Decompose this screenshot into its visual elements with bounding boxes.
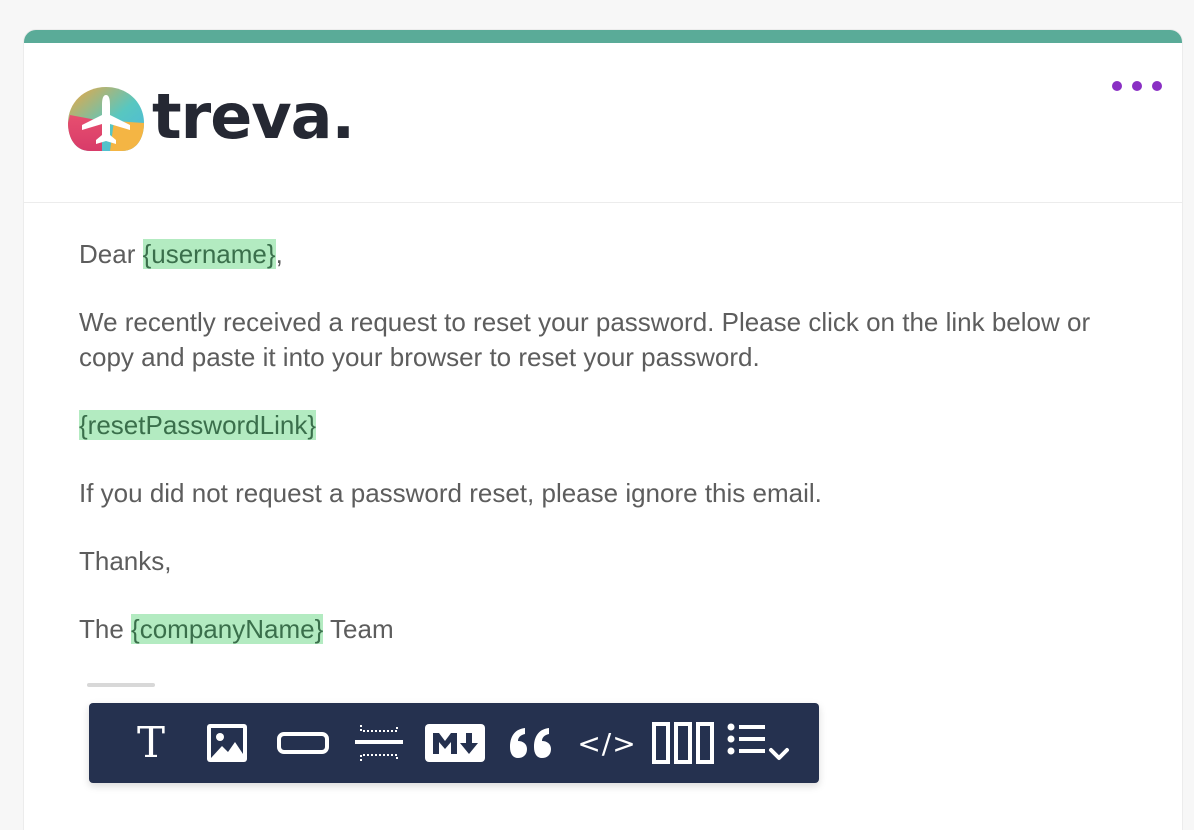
greeting-prefix: Dear bbox=[79, 239, 143, 269]
more-dot-icon bbox=[1112, 81, 1122, 91]
brand-name: treva. bbox=[152, 80, 355, 153]
button-block-button[interactable] bbox=[265, 713, 341, 773]
button-icon bbox=[277, 732, 329, 754]
email-body[interactable]: Dear {username}, We recently received a … bbox=[79, 237, 1099, 680]
more-dot-icon bbox=[1152, 81, 1162, 91]
text-icon: T bbox=[136, 718, 165, 767]
paragraph-2: If you did not request a password reset,… bbox=[79, 478, 822, 508]
block-divider bbox=[87, 683, 155, 687]
block-toolbar: T </> bbox=[89, 703, 819, 783]
divider-icon bbox=[355, 725, 403, 761]
greeting-suffix: , bbox=[275, 239, 283, 269]
signoff-line: The {companyName} Team bbox=[79, 612, 1099, 647]
paragraph-1: We recently received a request to reset … bbox=[79, 307, 1091, 372]
columns-icon bbox=[652, 722, 714, 764]
logo-icon bbox=[68, 87, 144, 151]
image-icon bbox=[207, 724, 247, 762]
thanks-line: Thanks, bbox=[79, 546, 172, 576]
quote-block-button[interactable] bbox=[493, 713, 569, 773]
link-line: {resetPasswordLink} bbox=[79, 408, 1099, 443]
markdown-icon bbox=[425, 724, 485, 762]
divider-block-button[interactable] bbox=[341, 713, 417, 773]
code-icon: </> bbox=[577, 726, 637, 760]
more-dot-icon bbox=[1132, 81, 1142, 91]
username-variable[interactable]: {username} bbox=[142, 239, 276, 269]
company-name-variable[interactable]: {companyName} bbox=[131, 614, 324, 644]
image-block-button[interactable] bbox=[189, 713, 265, 773]
email-header: treva. bbox=[24, 43, 1182, 203]
columns-block-button[interactable] bbox=[645, 713, 721, 773]
signoff-suffix: Team bbox=[323, 614, 394, 644]
list-block-button[interactable] bbox=[721, 713, 797, 773]
greeting-line: Dear {username}, bbox=[79, 237, 1099, 272]
reset-link-variable[interactable]: {resetPasswordLink} bbox=[79, 410, 317, 440]
email-card: treva. Dear {username}, We recently rece… bbox=[24, 30, 1182, 830]
code-block-button[interactable]: </> bbox=[569, 713, 645, 773]
signoff-prefix: The bbox=[79, 614, 132, 644]
quote-icon bbox=[510, 728, 551, 758]
more-options-button[interactable] bbox=[1112, 77, 1162, 95]
list-icon bbox=[727, 723, 789, 760]
markdown-block-button[interactable] bbox=[417, 713, 493, 773]
text-block-button[interactable]: T bbox=[113, 713, 189, 773]
